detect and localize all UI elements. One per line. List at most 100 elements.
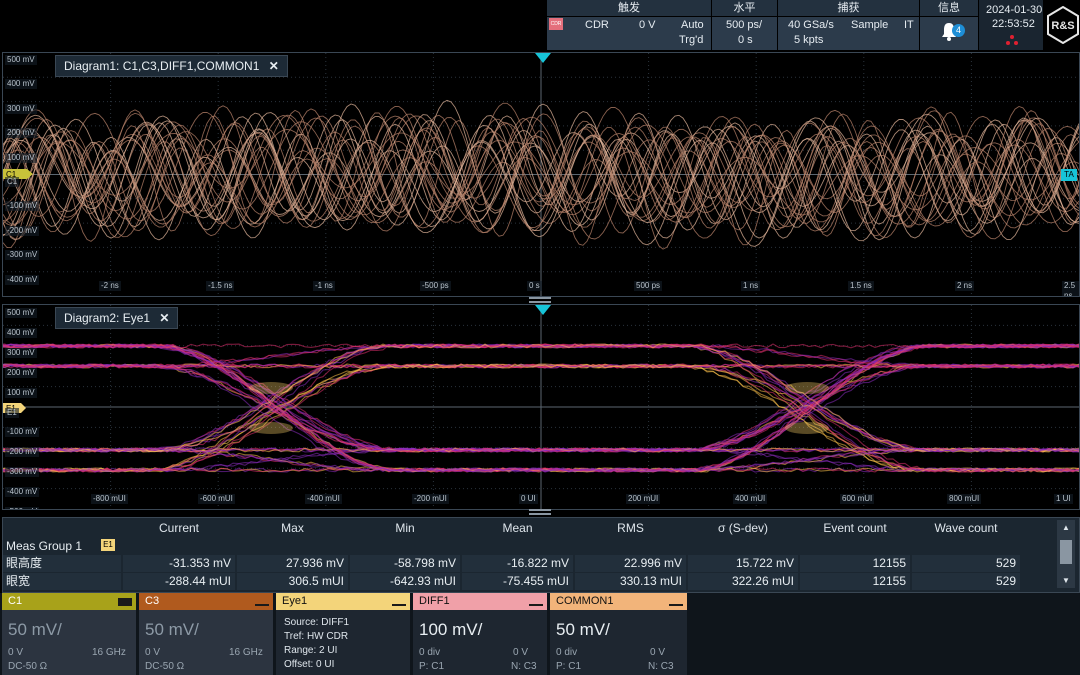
diagram2-xlabel: 400 mUI bbox=[733, 494, 768, 504]
close-icon[interactable]: ✕ bbox=[269, 59, 279, 73]
diagram2-xlabel: -400 mUI bbox=[305, 494, 342, 504]
diagram2-ylabel: -300 mV bbox=[5, 467, 40, 478]
diagram1-ylabel: 100 mV bbox=[5, 152, 37, 163]
meas-cell: -58.798 mV bbox=[350, 555, 460, 572]
record-length: 5 kpts bbox=[794, 34, 824, 46]
meas-cell: -642.93 mUI bbox=[350, 573, 460, 590]
close-icon[interactable]: ✕ bbox=[159, 311, 169, 325]
diagram-splitter-handle[interactable] bbox=[529, 297, 551, 303]
diagram1-waveform[interactable]: C1 Diagram1: C1,C3,DIFF1,COMMON1 ✕ 500 m… bbox=[2, 52, 1080, 297]
channel-c1-name: C1 bbox=[2, 593, 136, 610]
meas-column-header[interactable]: Min bbox=[365, 521, 445, 535]
diagram1-ylabel: C1 bbox=[5, 177, 20, 187]
eye1-panel[interactable]: Eye1 Source: DIFF1 Tref: HW CDR Range: 2… bbox=[276, 593, 410, 675]
scroll-down-icon[interactable]: ▼ bbox=[1062, 576, 1070, 585]
diagram1-ylabel: -200 mV bbox=[5, 225, 40, 236]
meas-cell: 529 bbox=[912, 573, 1020, 590]
meas-cell: -288.44 mUI bbox=[123, 573, 235, 590]
trigger-level: 0 V bbox=[639, 19, 656, 31]
meas-column-header[interactable]: Current bbox=[139, 521, 219, 535]
horizontal-panel[interactable]: 水平 500 ps/ 0 s bbox=[711, 0, 777, 50]
diagram2-eye[interactable]: E1 Diagram2: Eye1 ✕ 500 mV 400 mV 300 mV 20… bbox=[2, 304, 1080, 510]
channel-c1-bandwidth: 16 GHz bbox=[92, 647, 126, 658]
diagram1-xlabel: 2 ns bbox=[955, 281, 975, 291]
diagram1-title-tab[interactable]: Diagram1: C1,C3,DIFF1,COMMON1 ✕ bbox=[55, 55, 288, 77]
minimize-icon[interactable] bbox=[255, 604, 269, 606]
diff1-panel[interactable]: DIFF1 100 mV/ 0 div 0 V P: C1 N: C3 bbox=[413, 593, 547, 675]
channel-c3-panel[interactable]: C3 50 mV/ 0 V 16 GHz DC-50 Ω bbox=[139, 593, 273, 675]
scroll-up-icon[interactable]: ▲ bbox=[1062, 523, 1070, 532]
eye1-range: Range: 2 UI bbox=[284, 645, 338, 656]
meas-cell: 27.936 mV bbox=[237, 555, 348, 572]
svg-text:R&S: R&S bbox=[1051, 20, 1074, 32]
acquisition-header: 捕获 bbox=[778, 0, 919, 17]
meas-column-header[interactable]: Wave count bbox=[926, 521, 1006, 535]
meas-row[interactable]: 眼高度 -31.353 mV 27.936 mV -58.798 mV -16.822 … bbox=[3, 555, 1053, 573]
datetime-panel: 2024-01-30 22:53:52 bbox=[978, 0, 1043, 50]
common1-scale: 50 mV/ bbox=[556, 620, 610, 639]
info-header: 信息 bbox=[920, 0, 978, 17]
diagram-splitter-handle-2[interactable] bbox=[529, 509, 551, 515]
minimize-icon[interactable] bbox=[529, 604, 543, 606]
ta-marker[interactable]: TA bbox=[1061, 169, 1077, 181]
info-panel[interactable]: 信息 4 bbox=[919, 0, 978, 50]
top-status-bar: 触发 CDR CDR 0 V Auto Trg'd 水平 500 ps/ 0 s… bbox=[0, 0, 1080, 50]
meas-row-name: 眼高度 bbox=[3, 555, 121, 572]
trigger-panel[interactable]: 触发 CDR CDR 0 V Auto Trg'd bbox=[546, 0, 711, 50]
diagram2-ylabel: -500 mV bbox=[5, 507, 40, 509]
meas-row-name: 眼宽 bbox=[3, 573, 121, 590]
diagram1-xlabel: 2.5 ns bbox=[1062, 281, 1079, 296]
diagram1-xlabel: 1 ns bbox=[741, 281, 761, 291]
meas-column-header[interactable]: Max bbox=[253, 521, 333, 535]
eye1-offset: Offset: 0 UI bbox=[284, 659, 335, 670]
diagram2-xlabel: -800 mUI bbox=[91, 494, 128, 504]
notification-count-badge: 4 bbox=[952, 24, 965, 37]
meas-row[interactable]: 眼宽 -288.44 mUI 306.5 mUI -642.93 mUI -75.455… bbox=[3, 573, 1053, 591]
meas-cell: 15.722 mV bbox=[688, 555, 798, 572]
eye1-name: Eye1 bbox=[276, 593, 410, 610]
channel-c3-scale: 50 mV/ bbox=[145, 620, 199, 639]
diagram2-xlabel: 0 UI bbox=[519, 494, 538, 504]
diagram1-plot[interactable]: C1 bbox=[3, 53, 1079, 296]
diagram2-xlabel: 600 mUI bbox=[840, 494, 875, 504]
time-label: 22:53:52 bbox=[992, 18, 1035, 30]
meas-scrollbar[interactable]: ▲ ▼ bbox=[1057, 520, 1075, 588]
common1-panel[interactable]: COMMON1 50 mV/ 0 div 0 V P: C1 N: C3 bbox=[550, 593, 687, 675]
horizontal-scale: 500 ps/ bbox=[726, 19, 763, 31]
channel-c3-name: C3 bbox=[139, 593, 273, 610]
meas-column-header[interactable]: Event count bbox=[815, 521, 895, 535]
diagram2-ylabel: 100 mV bbox=[5, 387, 37, 398]
diagram2-xlabel: -600 mUI bbox=[198, 494, 235, 504]
trigger-auto: Auto bbox=[681, 19, 704, 31]
diagram2-ylabel: E1 bbox=[5, 407, 19, 418]
channel-c1-panel[interactable]: C1 50 mV/ 0 V 16 GHz DC-50 Ω bbox=[2, 593, 136, 675]
trigger-state: Trg'd bbox=[679, 34, 704, 46]
diagram1-ylabel: 200 mV bbox=[5, 128, 37, 139]
diagram1-ylabel: -300 mV bbox=[5, 250, 40, 261]
diagram2-ylabel: -200 mV bbox=[5, 447, 40, 458]
trigger-mode: CDR bbox=[585, 19, 609, 31]
eye-trigger-position-icon[interactable] bbox=[535, 305, 551, 315]
diagram2-title: Diagram2: Eye1 bbox=[64, 311, 151, 325]
meas-column-header[interactable]: σ (S-dev) bbox=[703, 521, 783, 535]
meas-group-label: Meas Group 1 bbox=[6, 539, 83, 553]
diagram2-ylabel: 400 mV bbox=[5, 327, 37, 338]
minimize-icon[interactable] bbox=[392, 604, 406, 606]
meas-column-header[interactable]: RMS bbox=[591, 521, 671, 535]
minimize-icon[interactable] bbox=[118, 598, 132, 606]
common1-volts: 0 V bbox=[650, 647, 666, 658]
common1-name: COMMON1 bbox=[550, 593, 687, 610]
meas-column-header[interactable]: Mean bbox=[478, 521, 558, 535]
meas-cell: 322.26 mUI bbox=[688, 573, 798, 590]
minimize-icon[interactable] bbox=[669, 604, 683, 606]
diagram2-eye-plot[interactable]: E1 bbox=[3, 305, 1079, 509]
measurement-table[interactable]: Current Max Min Mean RMS σ (S-dev) Event count… bbox=[2, 517, 1080, 593]
eye-crossing bbox=[249, 422, 293, 434]
diff1-scale: 100 mV/ bbox=[419, 620, 483, 639]
diagram2-title-tab[interactable]: Diagram2: Eye1 ✕ bbox=[55, 307, 179, 329]
scrollbar-thumb[interactable] bbox=[1060, 540, 1072, 564]
trigger-position-icon[interactable] bbox=[535, 53, 551, 63]
acquisition-panel[interactable]: 捕获 40 GSa/s Sample IT 5 kpts bbox=[777, 0, 919, 50]
diff1-volts: 0 V bbox=[513, 647, 529, 658]
eye1-tref: Tref: HW CDR bbox=[284, 631, 349, 642]
